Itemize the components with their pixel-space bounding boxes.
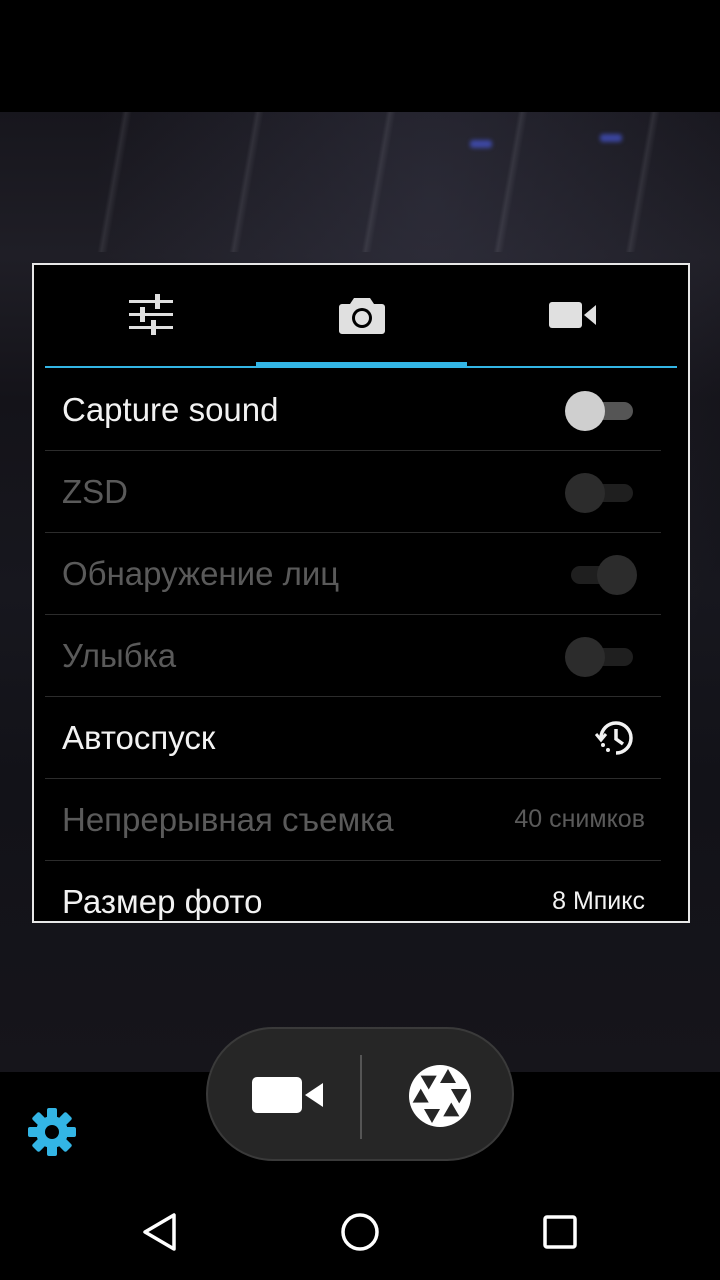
smile-switch xyxy=(565,637,637,677)
setting-label: Capture sound xyxy=(62,391,279,428)
setting-value: 40 снимков xyxy=(514,805,645,833)
video-camera-icon xyxy=(548,302,596,328)
viewfinder-light xyxy=(600,134,622,142)
active-tab-indicator xyxy=(256,362,467,368)
face-detection-switch xyxy=(565,555,637,595)
setting-label: Размер фото xyxy=(62,883,263,920)
home-icon xyxy=(341,1213,379,1251)
sliders-icon xyxy=(128,294,173,335)
setting-capture-sound[interactable]: Capture sound xyxy=(45,369,661,451)
video-record-button[interactable] xyxy=(238,1055,338,1135)
setting-burst-shot: Непрерывная съемка 40 снимков xyxy=(45,779,661,861)
tab-camera-settings[interactable] xyxy=(256,265,467,365)
setting-label: Улыбка xyxy=(62,637,177,674)
recents-button[interactable] xyxy=(520,1200,600,1264)
back-button[interactable] xyxy=(120,1200,200,1264)
shutter-icon xyxy=(409,1065,471,1127)
viewfinder-scene xyxy=(0,112,720,252)
tab-video-settings[interactable] xyxy=(467,265,678,365)
settings-list: Capture sound ZSD Обнаружение лиц Улыбка… xyxy=(45,369,661,921)
recents-icon xyxy=(543,1215,577,1249)
camera-screen: Capture sound ZSD Обнаружение лиц Улыбка… xyxy=(0,0,720,1280)
camera-settings-panel: Capture sound ZSD Обнаружение лиц Улыбка… xyxy=(32,263,690,923)
setting-label: Автоспуск xyxy=(62,719,216,756)
zsd-switch xyxy=(565,473,637,513)
timer-icon xyxy=(595,721,633,755)
gear-icon xyxy=(28,1108,76,1156)
switch-thumb xyxy=(565,473,605,513)
capture-mode-pill xyxy=(206,1027,514,1161)
back-icon xyxy=(143,1213,176,1251)
capture-sound-switch[interactable] xyxy=(565,391,637,431)
switch-thumb xyxy=(565,637,605,677)
setting-self-timer[interactable]: Автоспуск xyxy=(45,697,661,779)
shutter-button[interactable] xyxy=(392,1051,488,1141)
setting-label: Обнаружение лиц xyxy=(62,555,340,592)
video-camera-icon xyxy=(252,1077,323,1113)
mode-divider xyxy=(360,1055,362,1139)
home-button[interactable] xyxy=(320,1200,400,1264)
setting-label: Непрерывная съемка xyxy=(62,801,394,838)
setting-smile: Улыбка xyxy=(45,615,661,697)
setting-photo-size[interactable]: Размер фото 8 Мпикс xyxy=(45,861,661,921)
switch-thumb xyxy=(597,555,637,595)
setting-label: ZSD xyxy=(62,473,128,510)
settings-button[interactable] xyxy=(26,1106,78,1158)
settings-tab-bar xyxy=(34,265,688,369)
navigation-bar xyxy=(0,1180,720,1280)
tab-general-settings[interactable] xyxy=(45,265,256,365)
camera-icon xyxy=(338,298,385,334)
setting-zsd: ZSD xyxy=(45,451,661,533)
setting-value: 8 Мпикс xyxy=(552,887,645,915)
setting-face-detection: Обнаружение лиц xyxy=(45,533,661,615)
switch-thumb xyxy=(565,391,605,431)
viewfinder-light xyxy=(470,140,492,148)
